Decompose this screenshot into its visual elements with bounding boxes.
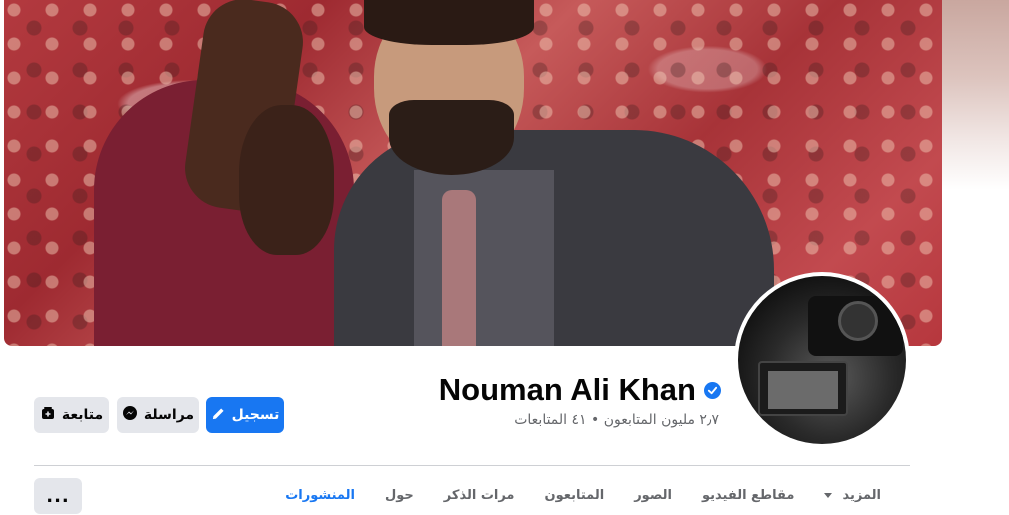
page-title: Nouman Ali Khan: [438, 372, 696, 407]
tab-about[interactable]: حول: [370, 484, 429, 507]
profile-name-row: Nouman Ali Khan: [439, 372, 721, 408]
tab-photos-label: الصور: [634, 488, 672, 503]
avatar-image: [738, 276, 906, 444]
register-button[interactable]: تسجيل: [206, 397, 284, 433]
tab-videos[interactable]: مقاطع الفيديو: [687, 484, 809, 507]
tab-followers[interactable]: المتابعون: [529, 484, 619, 507]
tab-about-label: حول: [384, 488, 414, 503]
more-options-button[interactable]: ...: [34, 478, 82, 514]
cover-person-right-hair: [364, 0, 534, 45]
cover-person-right-tie: [442, 190, 476, 346]
pencil-icon: [211, 406, 226, 425]
avatar-camera-screen: [768, 371, 838, 409]
cover-person-right-beard: [389, 100, 514, 175]
cover-person-right-shirt: [414, 170, 554, 346]
profile-tabs: المنشورات حول مرات الذكر المتابعون الصور…: [270, 484, 896, 507]
tab-more-label: المزيد: [842, 488, 881, 503]
cover-side-fade: [942, 0, 1009, 190]
tab-videos-label: مقاطع الفيديو: [701, 488, 795, 503]
tab-posts-label: المنشورات: [285, 488, 355, 503]
tab-photos[interactable]: الصور: [619, 484, 687, 507]
message-button[interactable]: مراسلة: [117, 397, 199, 433]
follow-button[interactable]: متابعة: [34, 397, 109, 433]
profile-avatar[interactable]: [734, 272, 910, 448]
more-options-label: ...: [46, 485, 70, 507]
tab-more[interactable]: المزيد: [809, 484, 896, 507]
follow-icon: [40, 405, 56, 425]
verified-badge-icon[interactable]: [704, 381, 721, 399]
tab-mentions-label: مرات الذكر: [443, 488, 515, 503]
register-button-label: تسجيل: [231, 407, 280, 423]
header-divider: [34, 465, 910, 466]
follow-button-label: متابعة: [61, 407, 104, 423]
tab-posts[interactable]: المنشورات: [270, 484, 370, 507]
avatar-camera-lens: [838, 301, 878, 341]
cover-person-left-head: [239, 105, 334, 255]
followers-count[interactable]: ٢٫٧ مليون المتابعون • ٤١ المتابعات: [514, 412, 719, 428]
tab-mentions[interactable]: مرات الذكر: [429, 484, 530, 507]
caret-down-icon: [824, 493, 833, 498]
tab-followers-label: المتابعون: [544, 488, 605, 503]
cover-person-right: [334, 130, 774, 346]
messenger-icon: [122, 405, 138, 425]
message-button-label: مراسلة: [143, 407, 195, 423]
